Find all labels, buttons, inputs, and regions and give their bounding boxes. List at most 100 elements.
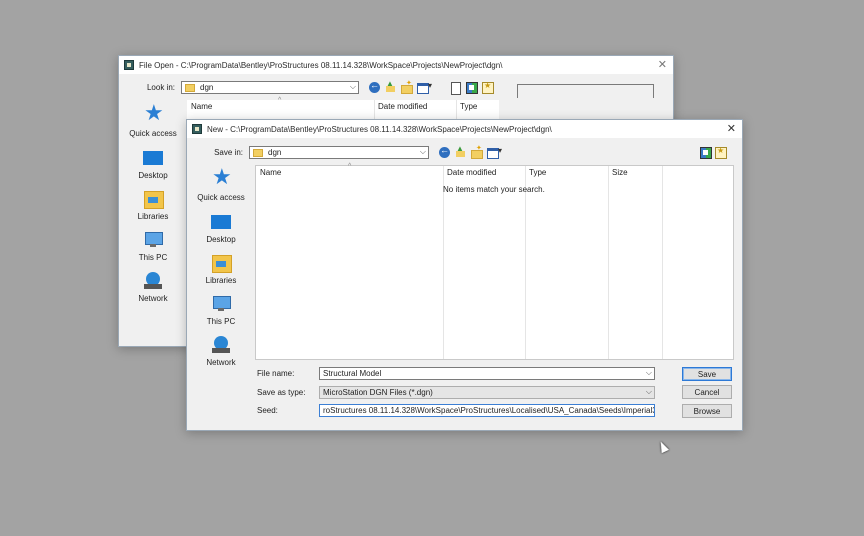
column-separator (525, 166, 526, 359)
back-places-bar: Quick access Desktop Libraries This PC N… (121, 100, 185, 312)
view-menu-icon[interactable] (487, 146, 503, 159)
file-open-titlebar: File Open - C:\ProgramData\Bentley\ProSt… (119, 56, 673, 74)
column-size[interactable]: Size (612, 168, 628, 177)
column-name[interactable]: Name (260, 168, 281, 177)
column-separator (662, 166, 663, 359)
favorite-icon[interactable] (715, 146, 727, 159)
this-pc-icon (211, 294, 231, 314)
back-arrow-icon[interactable] (439, 145, 450, 158)
folder-icon (253, 148, 263, 157)
chevron-down-icon: ⌵ (419, 147, 426, 156)
seed-input[interactable]: roStructures 08.11.14.328\WorkSpace\ProS… (319, 404, 655, 417)
file-name-row: File name: Structural Model ⌵ (257, 367, 655, 380)
look-in-toolbar (369, 79, 494, 95)
cancel-button[interactable]: Cancel (682, 385, 732, 399)
quick-access-icon (143, 100, 164, 126)
app-icon (124, 60, 134, 70)
file-name-label: File name: (257, 369, 295, 378)
place-this-pc[interactable]: This PC (121, 230, 185, 271)
seed-label: Seed: (257, 406, 278, 415)
place-label: Desktop (138, 171, 168, 180)
save-as-type-select[interactable]: MicroStation DGN Files (*.dgn) ⌵ (319, 386, 655, 399)
place-this-pc[interactable]: This PC (189, 294, 253, 335)
save-in-combo[interactable]: dgn ⌵ (249, 146, 429, 159)
seed-row: Seed: roStructures 08.11.14.328\WorkSpac… (257, 404, 655, 417)
place-quick-access[interactable]: Quick access (189, 164, 253, 212)
place-libraries[interactable]: Libraries (121, 189, 185, 230)
look-in-combo[interactable]: dgn ⌵ (181, 81, 359, 94)
place-network[interactable]: Network (189, 335, 253, 376)
file-name-input[interactable]: Structural Model ⌵ (319, 367, 655, 380)
sort-caret-icon: ^ (278, 97, 282, 104)
browse-button[interactable]: Browse (682, 404, 732, 418)
new-folder-icon[interactable] (471, 144, 483, 159)
column-date-modified[interactable]: Date modified (378, 102, 427, 111)
sort-caret-icon: ^ (348, 163, 352, 170)
place-quick-access[interactable]: Quick access (121, 100, 185, 148)
libraries-icon (211, 253, 232, 273)
save-in-row: Save in: dgn ⌵ (187, 144, 503, 159)
desktop-icon (143, 148, 163, 168)
place-label: Network (206, 358, 236, 367)
new-file-icon[interactable] (450, 82, 461, 95)
grid-icon[interactable] (466, 82, 478, 94)
new-folder-icon[interactable] (401, 79, 413, 94)
grid-icon[interactable] (700, 147, 712, 159)
place-desktop[interactable]: Desktop (121, 148, 185, 189)
app-icon (192, 124, 202, 134)
up-folder-icon[interactable] (455, 144, 466, 158)
column-separator (608, 166, 609, 359)
save-in-value: dgn (268, 148, 282, 157)
network-icon (211, 335, 231, 355)
preview-pane (517, 84, 654, 98)
column-separator (443, 166, 444, 359)
chevron-down-icon: ⌵ (349, 82, 356, 91)
chevron-down-icon: ⌵ (645, 387, 652, 396)
close-icon[interactable]: ✕ (658, 58, 667, 72)
place-label: Network (138, 294, 168, 303)
extra-toolbar (700, 146, 727, 159)
place-label: Libraries (137, 212, 169, 221)
column-type[interactable]: Type (529, 168, 546, 177)
mouse-cursor-icon (657, 439, 669, 454)
place-libraries[interactable]: Libraries (189, 253, 253, 294)
file-name-value: Structural Model (323, 369, 382, 378)
save-button[interactable]: Save (682, 367, 732, 381)
save-as-type-row: Save as type: MicroStation DGN Files (*.… (257, 386, 655, 399)
front-file-list[interactable]: ^ Name Date modified Type Size No items … (255, 163, 734, 360)
front-places-bar: Quick access Desktop Libraries This PC N… (189, 164, 253, 376)
new-file-titlebar: New - C:\ProgramData\Bentley\ProStructur… (187, 120, 742, 138)
new-file-title: New - C:\ProgramData\Bentley\ProStructur… (207, 124, 552, 134)
place-label: Quick access (129, 129, 177, 138)
back-arrow-icon[interactable] (369, 80, 380, 93)
favorite-icon[interactable] (482, 81, 494, 94)
quick-access-icon (211, 164, 232, 190)
place-label: Quick access (197, 193, 245, 202)
chevron-down-icon[interactable]: ⌵ (646, 368, 652, 378)
look-in-value: dgn (200, 83, 214, 92)
look-in-label: Look in: (146, 83, 175, 92)
place-label: This PC (138, 253, 168, 262)
place-label: This PC (206, 317, 236, 326)
save-as-type-value: MicroStation DGN Files (*.dgn) (323, 388, 433, 397)
empty-message: No items match your search. (443, 185, 545, 194)
place-desktop[interactable]: Desktop (189, 212, 253, 253)
column-name[interactable]: Name (191, 102, 212, 111)
network-icon (143, 271, 163, 291)
this-pc-icon (143, 230, 163, 250)
look-in-row: Look in: dgn ⌵ (119, 79, 494, 95)
close-icon[interactable]: ✕ (727, 122, 736, 136)
place-label: Libraries (205, 276, 237, 285)
place-network[interactable]: Network (121, 271, 185, 312)
desktop-icon (211, 212, 231, 232)
seed-value: roStructures 08.11.14.328\WorkSpace\ProS… (323, 406, 655, 415)
new-file-dialog: New - C:\ProgramData\Bentley\ProStructur… (186, 119, 743, 431)
view-menu-icon[interactable] (417, 81, 433, 94)
save-as-type-label: Save as type: (257, 388, 306, 397)
libraries-icon (143, 189, 164, 209)
place-label: Desktop (206, 235, 236, 244)
folder-icon (185, 83, 195, 92)
up-folder-icon[interactable] (385, 79, 396, 93)
column-type[interactable]: Type (460, 102, 477, 111)
column-date-modified[interactable]: Date modified (447, 168, 496, 177)
